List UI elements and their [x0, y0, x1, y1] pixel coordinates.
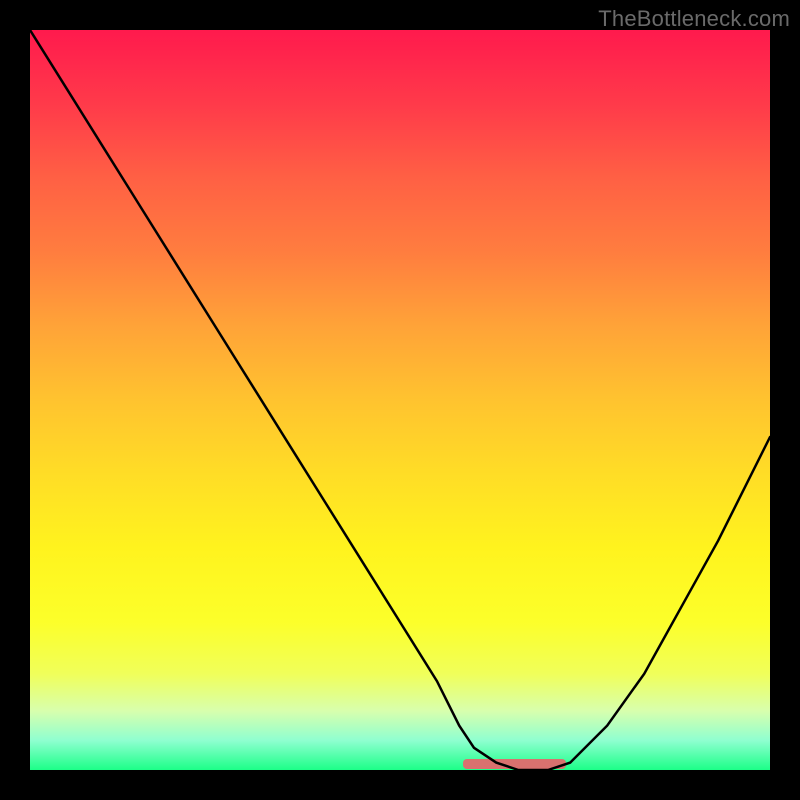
watermark-text: TheBottleneck.com [598, 6, 790, 32]
bottleneck-curve [30, 30, 770, 770]
plot-area [30, 30, 770, 770]
